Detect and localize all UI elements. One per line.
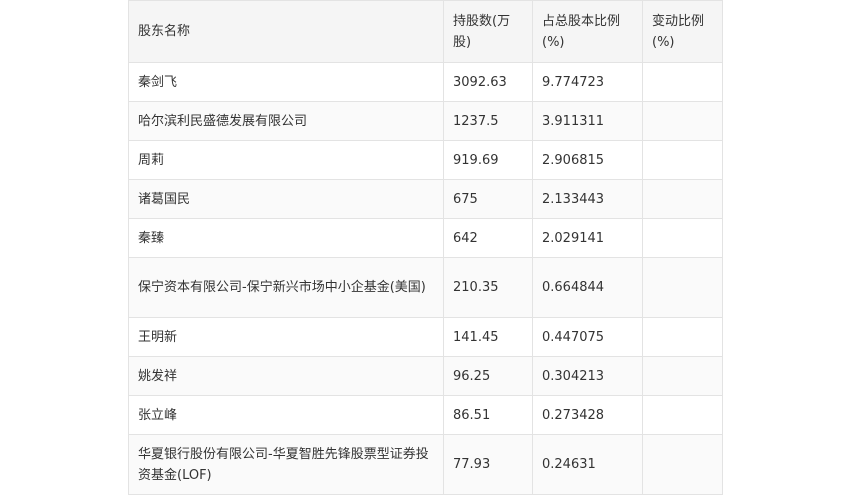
cell-ratio: 2.029141	[532, 218, 643, 258]
cell-shareholder-name: 姚发祥	[128, 356, 444, 396]
cell-change	[642, 317, 723, 357]
cell-shareholder-name: 秦臻	[128, 218, 444, 258]
table-row: 张立峰 86.51 0.273428	[128, 395, 723, 435]
table-row: 秦臻 642 2.029141	[128, 218, 723, 258]
table-header-row: 股东名称 持股数(万股) 占总股本比例(%) 变动比例(%)	[128, 0, 723, 63]
cell-ratio: 2.906815	[532, 140, 643, 180]
cell-change	[642, 356, 723, 396]
cell-shares: 141.45	[443, 317, 533, 357]
cell-ratio: 0.24631	[532, 434, 643, 495]
header-ratio: 占总股本比例(%)	[532, 0, 643, 63]
cell-ratio: 0.664844	[532, 257, 643, 318]
cell-shareholder-name: 张立峰	[128, 395, 444, 435]
shareholder-table-container: 股东名称 持股数(万股) 占总股本比例(%) 变动比例(%) 秦剑飞 3092.…	[128, 0, 723, 495]
cell-shares: 919.69	[443, 140, 533, 180]
header-shares: 持股数(万股)	[443, 0, 533, 63]
cell-shares: 3092.63	[443, 62, 533, 102]
cell-ratio: 2.133443	[532, 179, 643, 219]
cell-shares: 642	[443, 218, 533, 258]
cell-shares: 210.35	[443, 257, 533, 318]
table-row: 华夏银行股份有限公司-华夏智胜先锋股票型证券投资基金(LOF) 77.93 0.…	[128, 434, 723, 495]
cell-change	[642, 218, 723, 258]
cell-shares: 86.51	[443, 395, 533, 435]
header-shareholder-name: 股东名称	[128, 0, 444, 63]
cell-shareholder-name: 诸葛国民	[128, 179, 444, 219]
cell-ratio: 0.304213	[532, 356, 643, 396]
cell-shares: 96.25	[443, 356, 533, 396]
cell-change	[642, 257, 723, 318]
header-change: 变动比例(%)	[642, 0, 723, 63]
cell-shares: 1237.5	[443, 101, 533, 141]
cell-shareholder-name: 华夏银行股份有限公司-华夏智胜先锋股票型证券投资基金(LOF)	[128, 434, 444, 495]
cell-change	[642, 101, 723, 141]
table-row: 王明新 141.45 0.447075	[128, 317, 723, 357]
cell-change	[642, 395, 723, 435]
table-row: 哈尔滨利民盛德发展有限公司 1237.5 3.911311	[128, 101, 723, 141]
cell-ratio: 0.273428	[532, 395, 643, 435]
table-row: 姚发祥 96.25 0.304213	[128, 356, 723, 396]
table-row: 诸葛国民 675 2.133443	[128, 179, 723, 219]
table-row: 秦剑飞 3092.63 9.774723	[128, 62, 723, 102]
cell-shareholder-name: 秦剑飞	[128, 62, 444, 102]
cell-shareholder-name: 保宁资本有限公司-保宁新兴市场中小企基金(美国)	[128, 257, 444, 318]
cell-shares: 77.93	[443, 434, 533, 495]
cell-change	[642, 140, 723, 180]
table-row: 周莉 919.69 2.906815	[128, 140, 723, 180]
table-row: 保宁资本有限公司-保宁新兴市场中小企基金(美国) 210.35 0.664844	[128, 257, 723, 318]
cell-shareholder-name: 哈尔滨利民盛德发展有限公司	[128, 101, 444, 141]
cell-shares: 675	[443, 179, 533, 219]
cell-change	[642, 62, 723, 102]
cell-change	[642, 179, 723, 219]
shareholder-table: 股东名称 持股数(万股) 占总股本比例(%) 变动比例(%) 秦剑飞 3092.…	[128, 0, 723, 495]
cell-ratio: 0.447075	[532, 317, 643, 357]
cell-shareholder-name: 王明新	[128, 317, 444, 357]
cell-ratio: 3.911311	[532, 101, 643, 141]
cell-shareholder-name: 周莉	[128, 140, 444, 180]
cell-change	[642, 434, 723, 495]
cell-ratio: 9.774723	[532, 62, 643, 102]
